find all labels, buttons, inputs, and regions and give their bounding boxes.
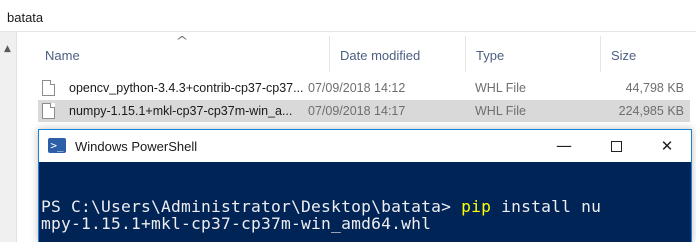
- sort-ascending-icon: ^: [175, 34, 189, 48]
- column-divider[interactable]: [465, 36, 466, 72]
- file-row[interactable]: opencv_python-3.4.3+contrib-cp37-cp37...…: [38, 77, 690, 99]
- column-divider[interactable]: [329, 36, 330, 72]
- powershell-titlebar[interactable]: >_ Windows PowerShell — ✕: [39, 130, 691, 162]
- file-type: WHL File: [475, 104, 526, 118]
- navigation-pane-scrollbar[interactable]: ▲: [0, 32, 17, 242]
- powershell-window: >_ Windows PowerShell — ✕ PS C:\Users\Ad…: [38, 129, 692, 242]
- file-name: opencv_python-3.4.3+contrib-cp37-cp37...: [69, 81, 304, 95]
- file-date: 07/09/2018 14:12: [308, 81, 406, 95]
- console-area[interactable]: PS C:\Users\Administrator\Desktop\batata…: [39, 162, 691, 242]
- file-type: WHL File: [475, 81, 526, 95]
- minimize-icon[interactable]: —: [541, 130, 587, 162]
- column-size[interactable]: Size: [611, 48, 636, 63]
- file-size: 224,985 KB: [618, 104, 684, 118]
- file-date: 07/09/2018 14:17: [308, 104, 406, 118]
- file-size: 44,798 KB: [625, 81, 684, 95]
- column-divider[interactable]: [600, 36, 601, 72]
- file-row-selected[interactable]: numpy-1.15.1+mkl-cp37-cp37m-win_a... 07/…: [38, 100, 690, 122]
- column-type[interactable]: Type: [476, 48, 504, 63]
- console-args: install nu: [491, 197, 602, 216]
- column-header: ^ Name Date modified Type Size: [17, 32, 696, 72]
- whl-file-icon: [42, 80, 55, 96]
- window-title: Windows PowerShell: [75, 139, 198, 154]
- column-date-modified[interactable]: Date modified: [340, 48, 420, 63]
- address-path: batata: [7, 10, 44, 25]
- address-bar[interactable]: batata: [0, 0, 696, 32]
- close-icon[interactable]: ✕: [644, 130, 690, 162]
- scroll-up-icon[interactable]: ▲: [4, 44, 11, 54]
- console-line-2: mpy-1.15.1+mkl-cp37-cp37m-win_amd64.whl: [41, 214, 432, 233]
- maximize-icon[interactable]: [593, 130, 639, 162]
- console-command: pip: [461, 197, 492, 216]
- powershell-icon[interactable]: >_: [48, 138, 66, 153]
- column-name[interactable]: Name: [45, 48, 80, 63]
- file-name: numpy-1.15.1+mkl-cp37-cp37m-win_a...: [69, 104, 293, 118]
- whl-file-icon: [42, 103, 55, 119]
